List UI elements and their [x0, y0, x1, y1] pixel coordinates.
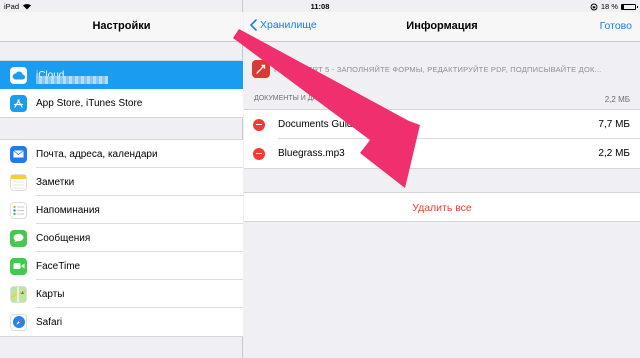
- sidebar-item-mail[interactable]: Почта, адреса, календари: [0, 140, 243, 168]
- status-time: 11:08: [310, 2, 330, 11]
- section-header-label: ДОКУМЕНТЫ И ДАННЫЕ: [254, 95, 339, 102]
- icloud-icon: [10, 66, 27, 84]
- notes-icon: [10, 173, 27, 191]
- section-total-size: 2,2 МБ: [604, 95, 630, 104]
- sidebar-item-label: FaceTime: [36, 260, 81, 272]
- delete-minus-icon[interactable]: [253, 147, 265, 160]
- sidebar-title: Настройки: [92, 20, 151, 32]
- rotation-lock-icon: [590, 3, 598, 10]
- sidebar-item-label: Почта, адреса, календари: [36, 148, 158, 160]
- sidebar-item-maps[interactable]: Карты: [0, 280, 243, 308]
- status-bar: iPad 11:08 18 %: [0, 0, 640, 12]
- section-header: ДОКУМЕНТЫ И ДАННЫЕ 2,2 МБ: [254, 95, 630, 105]
- status-right: 18 %: [590, 2, 638, 11]
- detail-pane: Хранилище Информация Готово PDF EXPERT 5…: [244, 0, 640, 358]
- detail-title: Информация: [406, 20, 478, 32]
- sidebar-item-icloud[interactable]: iCloud: [0, 61, 243, 89]
- delete-minus-icon[interactable]: [253, 118, 265, 131]
- file-list: Documents Guide.guide 7,7 МБ Bluegrass.m…: [244, 109, 640, 169]
- settings-group-apps: Почта, адреса, календари Заметки Напомин…: [0, 139, 243, 337]
- sidebar-item-label: Напоминания: [36, 204, 100, 216]
- detail-navbar: Хранилище Информация Готово: [244, 12, 640, 42]
- app-info: PDF EXPERT 5 - ЗАПОЛНЯЙТЕ ФОРМЫ, РЕДАКТИ…: [252, 60, 601, 78]
- redacted-account-email: [36, 76, 108, 84]
- sidebar-item-label: Карты: [36, 288, 65, 300]
- sidebar-navbar: Настройки: [0, 12, 243, 42]
- list-item[interactable]: Bluegrass.mp3 2,2 МБ: [244, 139, 640, 168]
- sidebar-item-facetime[interactable]: FaceTime: [0, 252, 243, 280]
- reminders-icon: [10, 201, 27, 219]
- sidebar-item-label: Сообщения: [36, 232, 91, 244]
- delete-all-button[interactable]: Удалить все: [244, 192, 640, 222]
- sidebar-item-notes[interactable]: Заметки: [0, 168, 243, 196]
- file-name: Bluegrass.mp3: [278, 148, 345, 159]
- file-size: 7,7 МБ: [598, 119, 630, 130]
- sidebar-item-messages[interactable]: Сообщения: [0, 224, 243, 252]
- app-name: PDF EXPERT 5 - ЗАПОЛНЯЙТЕ ФОРМЫ, РЕДАКТИ…: [274, 64, 602, 74]
- settings-sidebar: Настройки iCloud App Store, iTunes Store: [0, 0, 243, 358]
- file-name: Documents Guide.guide: [278, 119, 386, 130]
- sidebar-item-label: App Store, iTunes Store: [36, 97, 143, 109]
- pdf-expert-app-icon: [252, 60, 270, 78]
- safari-icon: [10, 313, 27, 331]
- battery-icon: [621, 3, 638, 10]
- list-item[interactable]: Documents Guide.guide 7,7 МБ: [244, 110, 640, 139]
- sidebar-item-safari[interactable]: Safari: [0, 308, 243, 336]
- settings-group-accounts: iCloud App Store, iTunes Store: [0, 60, 243, 118]
- facetime-icon: [10, 257, 27, 275]
- sidebar-item-reminders[interactable]: Напоминания: [0, 196, 243, 224]
- messages-icon: [10, 229, 27, 247]
- screen: Настройки iCloud App Store, iTunes Store: [0, 0, 640, 358]
- file-size: 2,2 МБ: [598, 148, 630, 159]
- app-store-icon: [10, 94, 27, 112]
- battery-percent: 18 %: [600, 2, 618, 11]
- mail-icon: [10, 145, 27, 163]
- sidebar-item-label: Заметки: [36, 176, 75, 188]
- sidebar-item-app-store[interactable]: App Store, iTunes Store: [0, 89, 243, 117]
- maps-icon: [10, 285, 27, 303]
- done-button[interactable]: Готово: [600, 20, 632, 32]
- sidebar-item-label: Safari: [36, 316, 63, 328]
